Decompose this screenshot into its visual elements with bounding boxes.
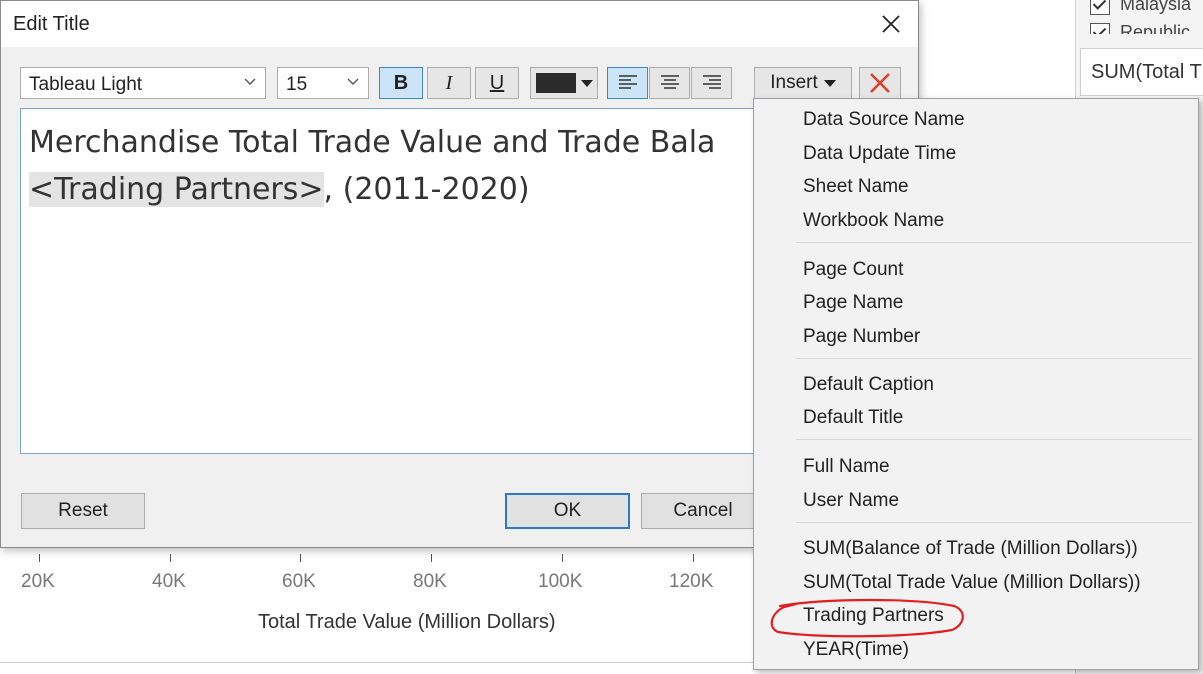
close-button[interactable] [871,7,911,41]
menu-item-page-number[interactable]: Page Number [803,326,920,348]
bold-button[interactable]: B [379,67,423,99]
dialog-title: Edit Title [13,13,90,35]
title-line-2-suffix: , (2011-2020) [323,172,530,207]
menu-item-default-caption[interactable]: Default Caption [803,374,934,396]
italic-button[interactable]: I [427,67,471,99]
axis-tick-label: 20K [21,571,55,592]
menu-separator [796,522,1192,523]
color-swatch [536,73,576,93]
menu-item-sum-total-trade-value[interactable]: SUM(Total Trade Value (Million Dollars)) [803,572,1141,594]
axis-tick-label: 60K [282,571,316,592]
menu-item-year-time[interactable]: YEAR(Time) [803,639,909,661]
align-right-button[interactable] [691,67,732,99]
ok-button[interactable]: OK [505,493,630,529]
menu-item-sheet-name[interactable]: Sheet Name [803,176,909,198]
axis-tick-label: 120K [669,571,714,592]
menu-item-sum-balance-of-trade[interactable]: SUM(Balance of Trade (Million Dollars)) [803,538,1138,560]
menu-item-default-title[interactable]: Default Title [803,407,903,429]
axis-tick-label: 100K [538,571,583,592]
text-color-button[interactable] [530,67,598,99]
axis-tick [431,554,432,562]
align-center-icon [660,75,679,89]
align-left-icon [618,75,637,89]
insert-label: Insert [770,72,818,93]
menu-item-workbook-name[interactable]: Workbook Name [803,210,944,232]
menu-separator [796,358,1192,359]
align-left-button[interactable] [607,67,648,99]
font-family-value: Tableau Light [29,74,143,95]
close-icon [882,15,900,33]
menu-item-trading-partners[interactable]: Trading Partners [803,605,944,627]
chevron-down-icon [347,78,359,85]
align-center-button[interactable] [649,67,690,99]
axis-tick-label: 40K [152,571,186,592]
dialog-titlebar[interactable]: Edit Title [1,1,918,47]
axis-tick [300,554,301,562]
menu-separator [796,439,1192,440]
axis-tick [170,554,171,562]
inserted-field-token: <Trading Partners> [29,172,324,207]
chevron-down-icon [244,78,256,85]
divider [0,662,760,663]
cancel-button[interactable]: Cancel [641,493,765,529]
menu-item-page-count[interactable]: Page Count [803,259,903,281]
clear-title-button[interactable] [859,67,901,99]
title-line-1: Merchandise Total Trade Value and Trade … [29,125,716,160]
font-family-select[interactable]: Tableau Light [20,67,266,99]
menu-separator [796,242,1192,243]
axis-tick-label: 80K [413,571,447,592]
checkbox-icon[interactable] [1090,0,1110,16]
insert-button[interactable]: Insert [754,67,852,99]
checkbox-icon[interactable] [1090,23,1110,34]
align-right-icon [702,75,721,89]
legend-item-republic[interactable]: Republic [1090,22,1190,34]
axis-tick [562,554,563,562]
insert-menu: Data Source Name Data Update Time Sheet … [753,98,1199,670]
axis-tick [693,554,694,562]
reset-button[interactable]: Reset [21,493,145,529]
red-x-icon [870,73,890,93]
font-size-value: 15 [286,74,308,95]
menu-item-data-source-name[interactable]: Data Source Name [803,109,965,131]
font-size-select[interactable]: 15 [277,67,369,99]
x-axis-title: Total Trade Value (Million Dollars) [258,611,556,633]
axis-tick [39,554,40,562]
dropdown-arrow-icon [581,80,593,87]
measure-card[interactable]: SUM(Total T [1080,48,1203,96]
legend-item-malaysia[interactable]: Malaysia [1090,0,1191,16]
menu-item-user-name[interactable]: User Name [803,490,899,512]
menu-item-data-update-time[interactable]: Data Update Time [803,143,956,165]
menu-item-full-name[interactable]: Full Name [803,456,890,478]
dropdown-arrow-icon [823,79,836,87]
menu-item-page-name[interactable]: Page Name [803,292,903,314]
underline-button[interactable]: U [475,67,519,99]
